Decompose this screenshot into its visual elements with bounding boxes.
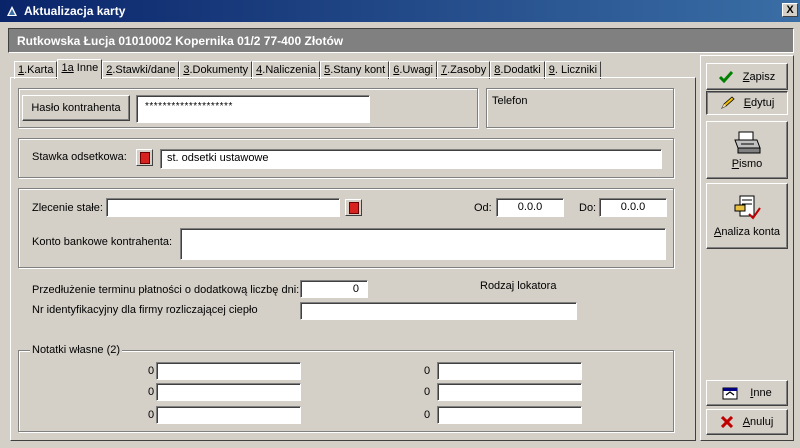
save-button[interactable]: Zapisz [706,63,788,90]
extension-label: Przedłużenie terminu płatności o dodatko… [32,284,300,296]
bank-account-label: Konto bankowe kontrahenta: [32,236,173,248]
save-label: Zapisz [742,70,776,83]
standing-order-book-icon[interactable] [345,199,362,216]
from-date-field[interactable]: 0.0.0 [496,198,564,217]
password-button[interactable]: Hasło kontrahenta [22,95,130,121]
phone-label: Telefon [492,95,528,107]
cancel-button[interactable]: Anuluj [706,409,788,435]
cancel-x-icon [720,416,733,428]
note-left-1-label: 0 [148,365,155,377]
tenant-type-label: Rodzaj lokatora [480,280,557,292]
tab-inne[interactable]: 1a Inne [57,59,103,79]
rate-book-icon[interactable] [136,149,153,166]
rate-field[interactable]: st. odsetki ustawowe [160,149,662,169]
note-right-1-field[interactable] [437,362,582,380]
note-left-2-field[interactable] [156,383,301,401]
note-right-3-label: 0 [424,409,431,421]
checkmark-icon [718,70,733,83]
notes-legend: Notatki własne (2) [30,344,123,356]
from-date-label: Od: [474,202,492,214]
note-right-2-field[interactable] [437,383,582,401]
action-sidebar: Zapisz Edytuj Pismo Analiza konta Inne A… [700,55,794,441]
client-header-text: Rutkowska Łucja 01010002 Kopernika 01/2 … [17,33,344,48]
note-left-3-label: 0 [148,409,155,421]
password-field[interactable]: ******************** [136,95,370,123]
tab-strip: 1.Karta 1a Inne 2.Stawki/dane 3.Dokument… [14,59,602,79]
close-button[interactable]: X [782,3,798,17]
standing-order-field[interactable] [106,198,340,217]
extension-days-field[interactable]: 0 [300,280,368,298]
cancel-label: Anuluj [742,416,774,428]
other-button[interactable]: Inne [706,380,788,406]
to-date-field[interactable]: 0.0.0 [599,198,667,217]
app-logo-icon [4,3,20,19]
note-left-1-field[interactable] [156,362,301,380]
pencil-icon [720,96,735,109]
account-analysis-button[interactable]: Analiza konta [706,183,788,249]
note-left-3-field[interactable] [156,406,301,424]
standing-order-label: Zlecenie stałe: [32,202,103,214]
heat-id-label: Nr identyfikacyjny dla firmy rozliczając… [32,304,258,316]
note-right-2-label: 0 [424,386,431,398]
bank-account-field[interactable] [180,228,666,260]
letter-button[interactable]: Pismo [706,121,788,179]
password-value: ******************** [145,101,233,112]
heat-id-field[interactable] [300,302,577,320]
window-title: Aktualizacja karty [24,4,126,18]
note-right-3-field[interactable] [437,406,582,424]
phone-group [486,88,674,128]
letter-label: Pismo [731,158,763,170]
edit-label: Edytuj [743,97,775,109]
printer-icon [734,131,761,154]
other-label: Inne [750,387,772,399]
edit-button[interactable]: Edytuj [706,91,788,115]
other-icon [722,387,738,400]
title-bar: Aktualizacja karty [0,0,800,22]
note-right-1-label: 0 [424,365,431,377]
to-date-label: Do: [579,202,597,214]
client-header: Rutkowska Łucja 01010002 Kopernika 01/2 … [8,28,794,53]
analysis-icon [734,195,761,220]
note-left-2-label: 0 [148,386,155,398]
account-analysis-label: Analiza konta [713,226,781,238]
rate-label: Stawka odsetkowa: [32,151,127,163]
